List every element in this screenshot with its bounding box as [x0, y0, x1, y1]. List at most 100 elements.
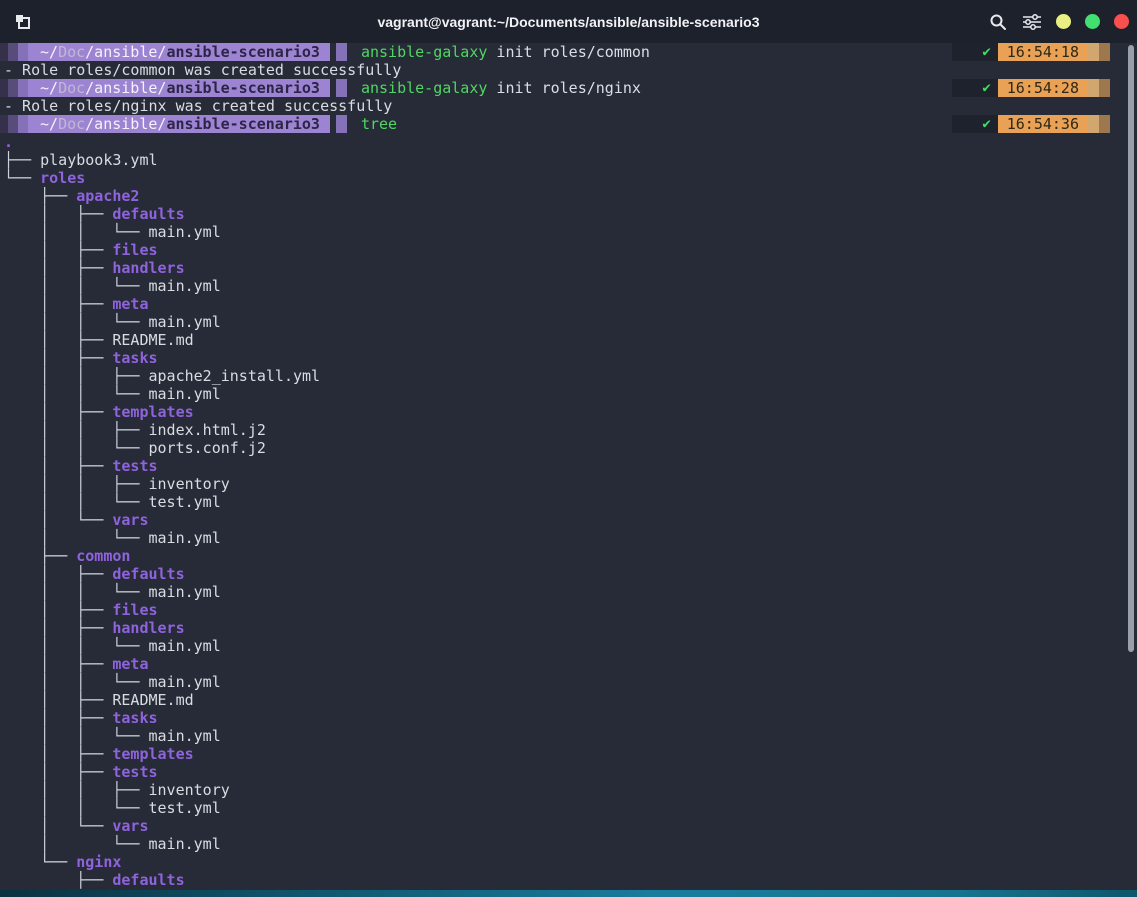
prompt-row: ~/Doc/ansible/ansible-scenario3 ansible-…: [0, 43, 1137, 61]
tree-entry-name: main.yml: [149, 223, 221, 241]
prompt-fade-segment: [18, 43, 28, 61]
tree-row: │ │ └── main.yml: [0, 637, 1137, 655]
tree-row: ├── playbook3.yml: [0, 151, 1137, 169]
tree-entry-name: vars: [112, 511, 148, 529]
output-text: - Role roles/nginx was created successfu…: [4, 97, 392, 115]
tree-entry-name: vars: [112, 817, 148, 835]
tree-entry-name: main.yml: [149, 583, 221, 601]
tree-entry-name: templates: [112, 403, 193, 421]
tree-branch-glyphs: ├──: [4, 187, 76, 205]
command-args: init roles/common: [487, 43, 650, 61]
tree-row: │ │ └── main.yml: [0, 673, 1137, 691]
minimize-button[interactable]: [1056, 14, 1071, 29]
tree-branch-glyphs: │ │ └──: [4, 277, 149, 295]
scrollbar-thumb[interactable]: [1128, 45, 1134, 652]
titlebar: vagrant@vagrant:~/Documents/ansible/ansi…: [0, 0, 1137, 43]
command-name: ansible-galaxy: [361, 79, 487, 97]
command-name: ansible-galaxy: [361, 43, 487, 61]
tree-row: │ │ └── test.yml: [0, 799, 1137, 817]
success-check-icon: ✔: [982, 115, 990, 133]
tree-row: │ ├── templates: [0, 403, 1137, 421]
tree-entry-name: inventory: [149, 781, 230, 799]
prompt-row: ~/Doc/ansible/ansible-scenario3 ansible-…: [0, 79, 1137, 97]
tree-row: │ ├── tasks: [0, 349, 1137, 367]
window-title: vagrant@vagrant:~/Documents/ansible/ansi…: [0, 14, 1137, 30]
timestamp: 16:54:28: [998, 79, 1088, 97]
preferences-button[interactable]: [1015, 5, 1049, 39]
tree-entry-name: files: [112, 601, 157, 619]
tree-branch-glyphs: │ │ ├──: [4, 421, 149, 439]
tree-row: │ │ └── main.yml: [0, 727, 1137, 745]
tree-branch-glyphs: │ ├──: [4, 565, 112, 583]
tree-row: │ ├── defaults: [0, 565, 1137, 583]
tree-branch-glyphs: │ │ └──: [4, 637, 149, 655]
status-segment: ✔: [952, 43, 998, 61]
prompt-fade-segment: [18, 79, 28, 97]
success-check-icon: ✔: [982, 79, 990, 97]
tree-branch-glyphs: │ ├──: [4, 745, 112, 763]
tree-row: │ │ └── ports.conf.j2: [0, 439, 1137, 457]
tree-branch-glyphs: │ │ └──: [4, 223, 149, 241]
prompt-path: ~/Doc/ansible/ansible-scenario3: [28, 115, 330, 133]
tree-row: │ ├── files: [0, 601, 1137, 619]
titlebar-actions: [981, 0, 1137, 43]
tree-entry-name: main.yml: [149, 727, 221, 745]
tree-entry-name: files: [112, 241, 157, 259]
search-icon: [989, 13, 1007, 31]
prompt-right-status: ✔ 16:54:36: [952, 115, 1110, 133]
command-output-row: - Role roles/common was created successf…: [0, 61, 1137, 79]
tree-entry-name: ports.conf.j2: [149, 439, 266, 457]
tree-branch-glyphs: │ ├──: [4, 349, 112, 367]
tree-branch-glyphs: ├──: [4, 151, 40, 169]
tree-branch-glyphs: ├──: [4, 871, 112, 889]
prompt-end-segment: [336, 115, 347, 133]
tree-branch-glyphs: │ │ ├──: [4, 781, 149, 799]
tree-branch-glyphs: │ ├──: [4, 241, 112, 259]
tree-row: │ ├── handlers: [0, 259, 1137, 277]
tree-branch-glyphs: │ └──: [4, 817, 112, 835]
tree-entry-name: tests: [112, 457, 157, 475]
tree-branch-glyphs: │ │ └──: [4, 493, 149, 511]
tree-entry-name: apache2_install.yml: [149, 367, 321, 385]
time-fade-segment: [1088, 79, 1099, 97]
tree-entry-name: inventory: [149, 475, 230, 493]
tree-branch-glyphs: │ │ └──: [4, 799, 149, 817]
prompt-end-segment: [336, 43, 347, 61]
tree-branch-glyphs: │ │ └──: [4, 583, 149, 601]
tree-entry-name: index.html.j2: [149, 421, 266, 439]
tree-branch-glyphs: │ ├──: [4, 259, 112, 277]
search-button[interactable]: [981, 5, 1015, 39]
tree-row: │ ├── tests: [0, 763, 1137, 781]
tree-entry-name: apache2: [76, 187, 139, 205]
terminal-screen[interactable]: ~/Doc/ansible/ansible-scenario3 ansible-…: [0, 43, 1137, 890]
maximize-button[interactable]: [1085, 14, 1100, 29]
command-line: ansible-galaxy init roles/nginx: [361, 79, 641, 97]
prompt-fade-segment: [0, 115, 8, 133]
timestamp: 16:54:18: [998, 43, 1088, 61]
prompt-end-segment: [336, 79, 347, 97]
output-text: - Role roles/common was created successf…: [4, 61, 401, 79]
tree-branch-glyphs: │ ├──: [4, 205, 112, 223]
tree-entry-name: main.yml: [149, 673, 221, 691]
tree-row: │ ├── README.md: [0, 331, 1137, 349]
tree-row: │ └── main.yml: [0, 529, 1137, 547]
tree-branch-glyphs: ├──: [4, 547, 76, 565]
tree-entry-name: tasks: [112, 349, 157, 367]
tree-entry-name: main.yml: [149, 313, 221, 331]
tree-branch-glyphs: │ ├──: [4, 331, 112, 349]
tree-entry-name: handlers: [112, 259, 184, 277]
tree-branch-glyphs: │ ├──: [4, 457, 112, 475]
tree-branch-glyphs: │ │ └──: [4, 385, 149, 403]
tree-row: │ │ └── main.yml: [0, 385, 1137, 403]
time-fade-segment: [1099, 79, 1110, 97]
prompt-right-status: ✔ 16:54:28: [952, 79, 1110, 97]
close-button[interactable]: [1114, 14, 1129, 29]
tree-row: │ │ └── main.yml: [0, 583, 1137, 601]
tree-row: └── roles: [0, 169, 1137, 187]
time-fade-segment: [1099, 43, 1110, 61]
tree-entry-name: main.yml: [149, 835, 221, 853]
tree-branch-glyphs: │ │ └──: [4, 439, 149, 457]
tree-branch-glyphs: │ └──: [4, 511, 112, 529]
tree-entry-name: .: [4, 133, 13, 151]
tree-branch-glyphs: │ └──: [4, 529, 149, 547]
